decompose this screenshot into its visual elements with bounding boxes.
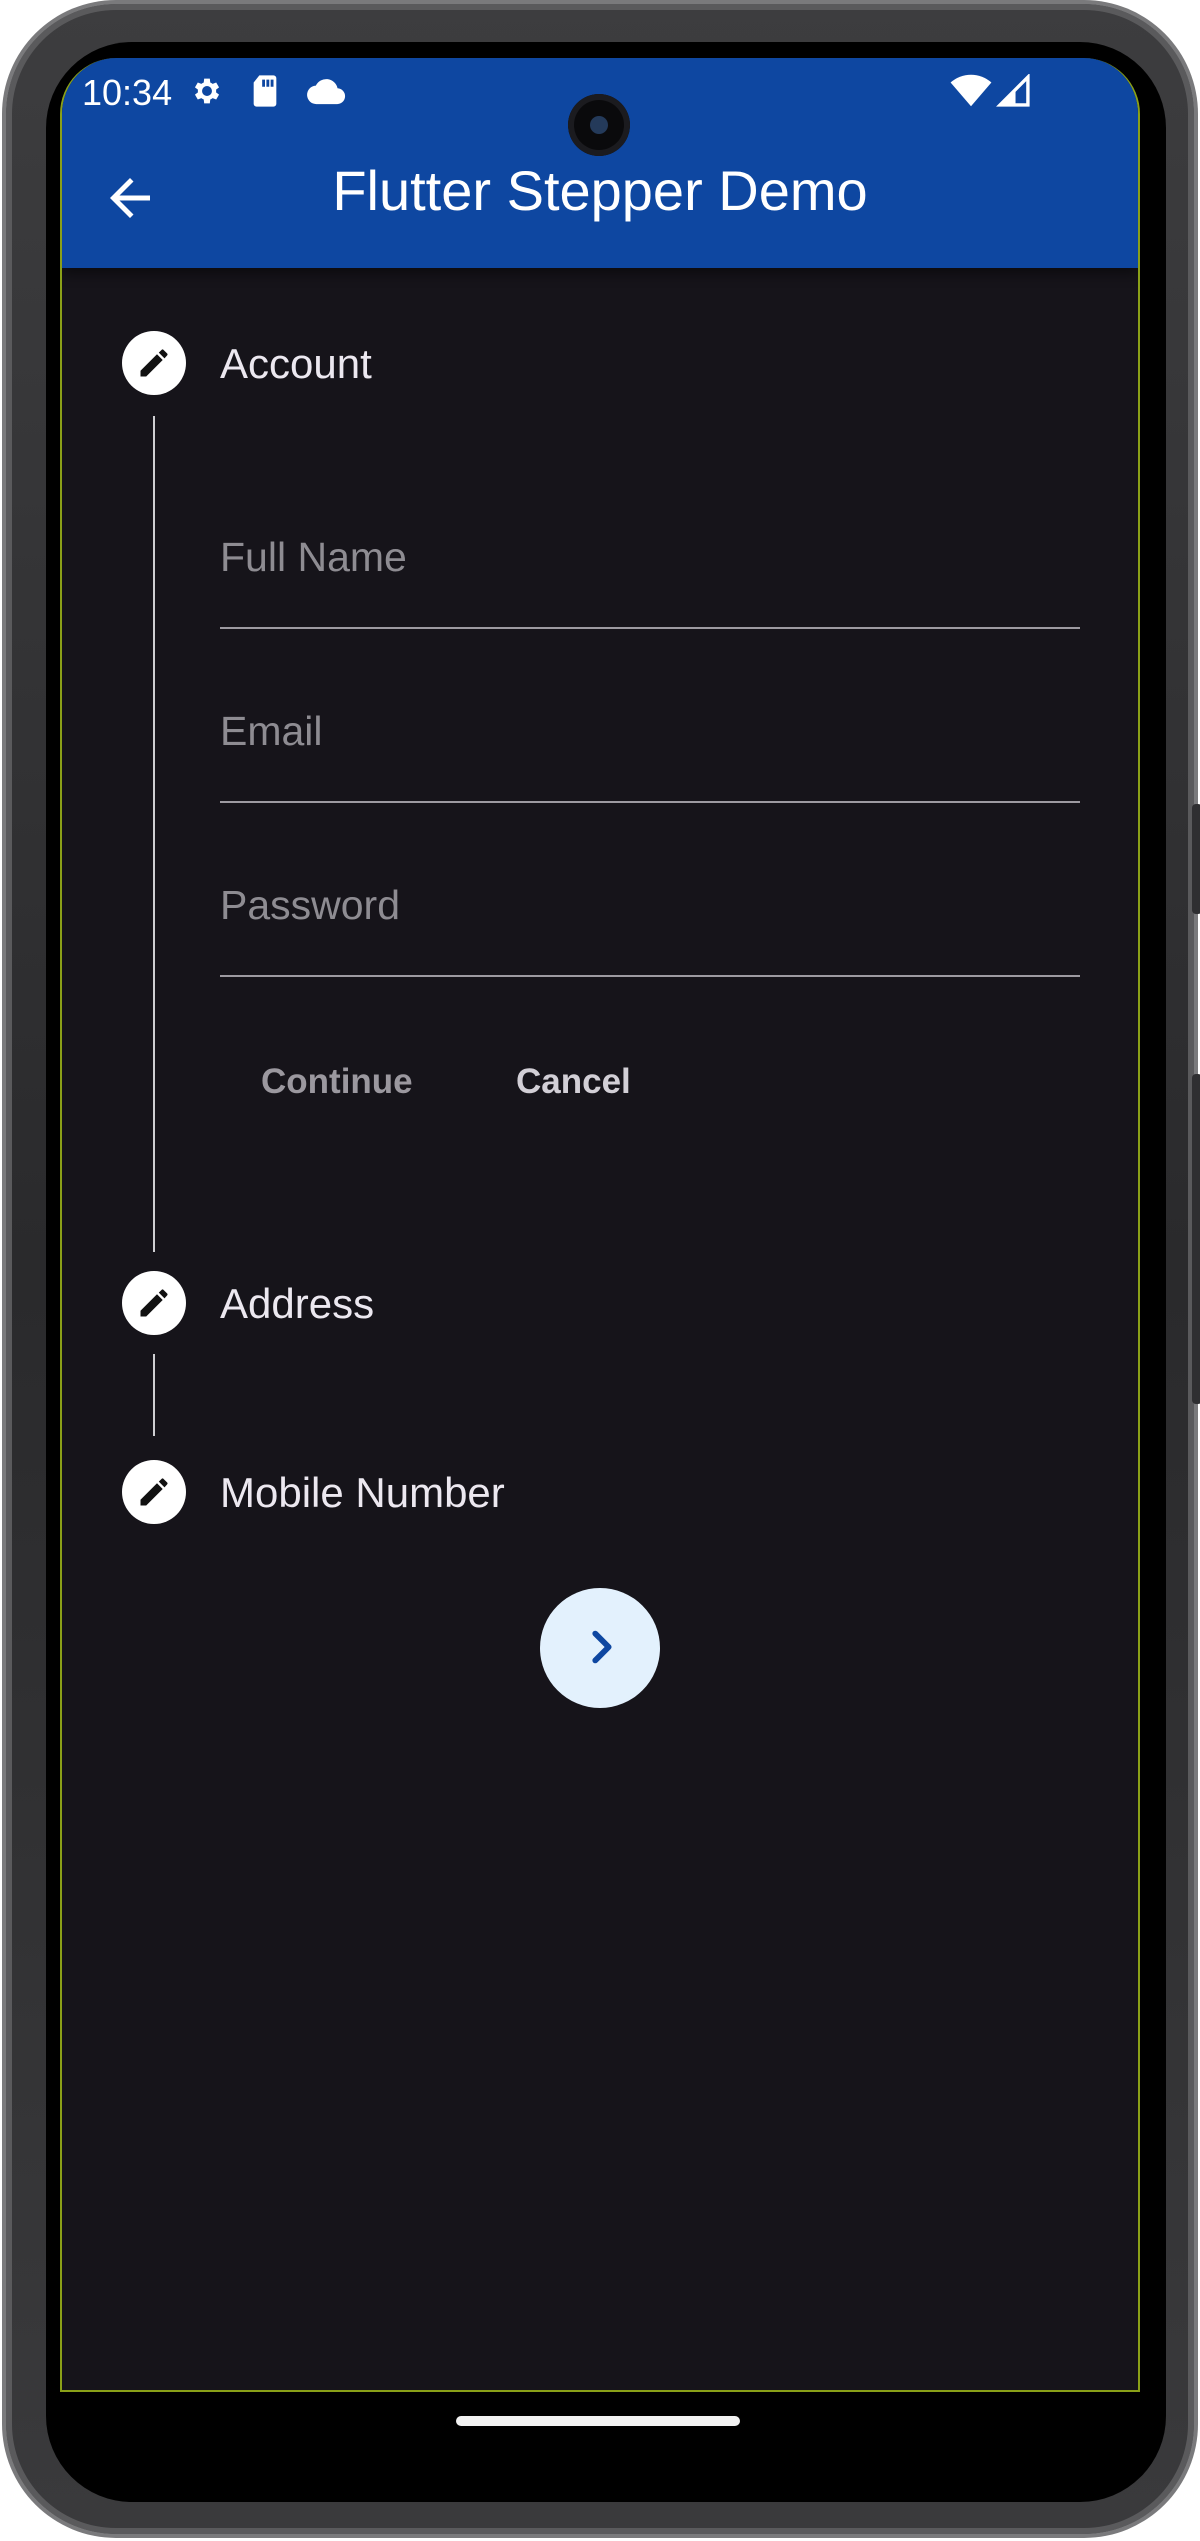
power-button (1192, 804, 1200, 914)
front-camera (568, 94, 630, 156)
step-address-icon[interactable] (122, 1271, 186, 1335)
gesture-nav-area (60, 2392, 1140, 2492)
wifi-icon (950, 74, 992, 117)
email-hint: Email (220, 708, 323, 754)
step-account-icon[interactable] (122, 331, 186, 395)
gear-icon (190, 74, 224, 117)
page-title: Flutter Stepper Demo (332, 159, 868, 222)
full-name-hint: Full Name (220, 534, 407, 580)
step-mobile-icon[interactable] (122, 1460, 186, 1524)
volume-button (1192, 1074, 1200, 1404)
app-bar: 10:34 Flutter Stepper Demo (62, 58, 1138, 268)
cancel-button[interactable]: Cancel (516, 1062, 631, 1102)
status-time: 10:34 (82, 72, 173, 113)
email-field[interactable] (220, 702, 1080, 852)
step-connector (153, 1354, 155, 1436)
email-underline (220, 801, 1080, 803)
continue-button[interactable]: Continue (261, 1062, 413, 1102)
step-account-title[interactable]: Account (220, 340, 372, 388)
full-name-underline (220, 627, 1080, 629)
signal-icon (995, 72, 1032, 117)
step-connector (153, 416, 155, 1252)
cloud-icon (306, 74, 346, 117)
password-underline (220, 975, 1080, 977)
next-step-fab[interactable] (540, 1588, 660, 1708)
sd-card-icon (250, 74, 280, 117)
password-hint: Password (220, 882, 401, 928)
app-screen: 10:34 Flutter Stepper Demo Account Full … (60, 58, 1140, 2392)
step-address-title[interactable]: Address (220, 1280, 374, 1328)
home-gesture-handle[interactable] (456, 2416, 740, 2426)
step-mobile-title[interactable]: Mobile Number (220, 1469, 505, 1517)
